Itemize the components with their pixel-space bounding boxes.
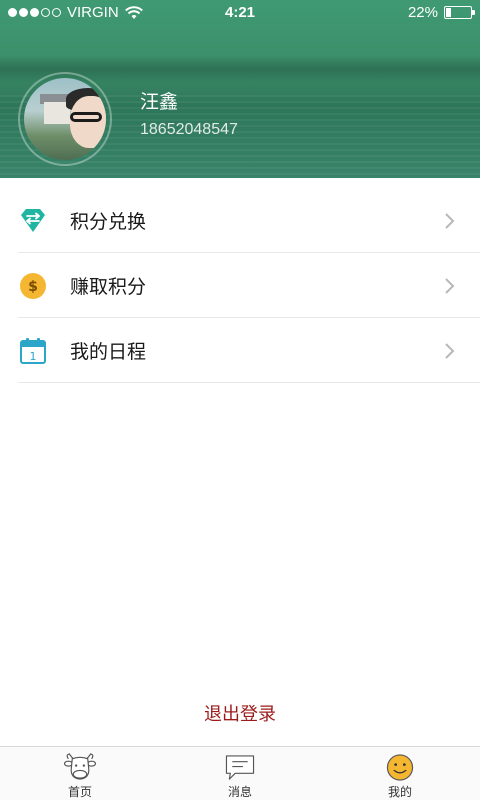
- menu-item-label: 我的日程: [70, 341, 147, 363]
- menu-item-points-exchange[interactable]: 积分兑换: [0, 188, 480, 253]
- battery-icon: [444, 6, 475, 19]
- tab-home[interactable]: 首页: [0, 747, 160, 800]
- menu-divider: [18, 382, 480, 383]
- tab-label: 消息: [227, 785, 252, 799]
- menu-list: 积分兑换 $ 赚取积分 1 我的日程: [0, 188, 480, 383]
- dollar-coin-icon: $: [20, 272, 46, 299]
- chevron-right-icon: [445, 212, 455, 229]
- battery-status: 22%: [407, 4, 475, 21]
- user-phone: 18652048547: [140, 121, 238, 138]
- diamond-exchange-icon: [21, 208, 45, 232]
- avatar-ring[interactable]: [18, 72, 112, 166]
- svg-text:1: 1: [30, 350, 37, 363]
- chevron-right-icon: [445, 277, 455, 294]
- tab-bar: 首页 消息 我的: [0, 746, 480, 800]
- chevron-right-icon: [445, 342, 455, 359]
- profile-header: VIRGIN 4:21 22% 汪鑫 18652048547: [0, 0, 480, 178]
- smiley-icon: [386, 754, 414, 781]
- cow-head-icon: [63, 753, 97, 780]
- tab-label: 我的: [387, 785, 412, 799]
- menu-item-earn-points[interactable]: $ 赚取积分: [0, 253, 480, 318]
- user-name: 汪鑫: [140, 91, 179, 113]
- calendar-icon: 1: [20, 337, 46, 364]
- menu-item-my-schedule[interactable]: 1 我的日程: [0, 318, 480, 383]
- tab-messages[interactable]: 消息: [160, 747, 320, 800]
- menu-item-label: 赚取积分: [70, 276, 147, 298]
- svg-text:$: $: [28, 279, 38, 295]
- tab-label: 首页: [67, 785, 92, 799]
- menu-item-label: 积分兑换: [70, 211, 147, 233]
- avatar[interactable]: [24, 78, 106, 160]
- battery-percent: 22%: [407, 4, 438, 21]
- message-icon: [225, 755, 255, 780]
- status-bar: VIRGIN 4:21 22%: [0, 0, 480, 26]
- logout-button[interactable]: 退出登录: [0, 700, 480, 726]
- tab-mine[interactable]: 我的: [320, 747, 480, 800]
